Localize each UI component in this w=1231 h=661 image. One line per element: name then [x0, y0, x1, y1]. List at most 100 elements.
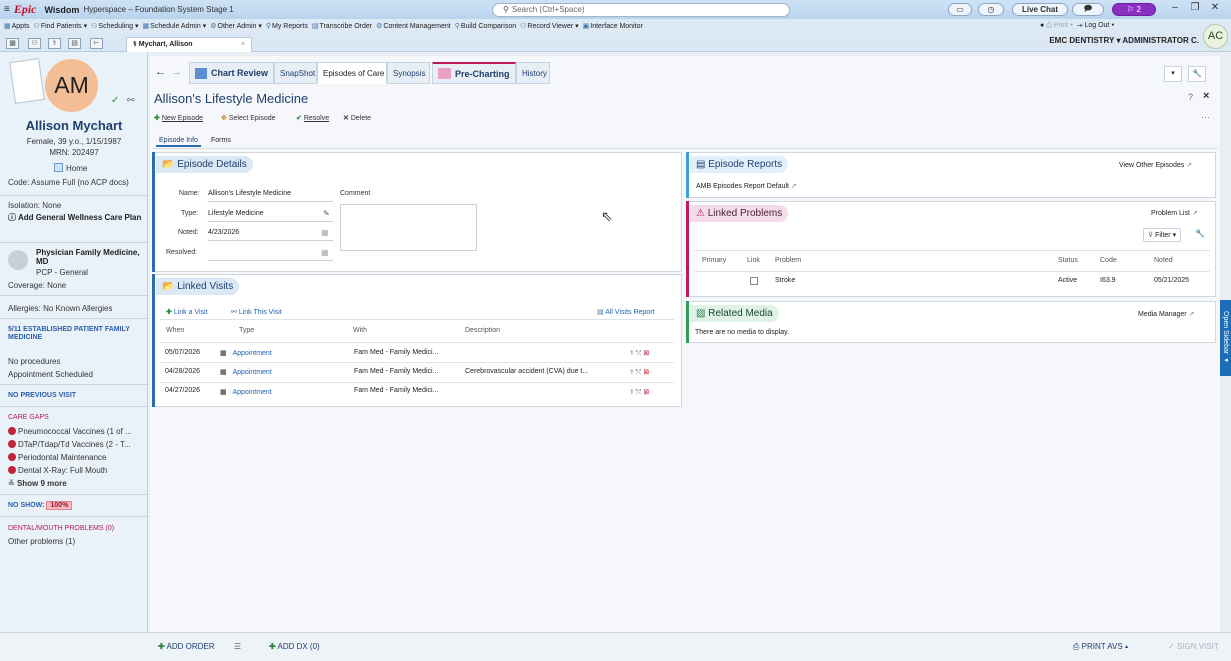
- col-status[interactable]: Status: [1058, 257, 1078, 264]
- care-gap-item[interactable]: Periodontal Maintenance: [8, 453, 107, 462]
- open-sidebar-tab[interactable]: Open Sidebar ◂: [1220, 300, 1231, 376]
- resolved-date-field[interactable]: [208, 249, 333, 261]
- tab-synopsis[interactable]: Synopsis: [387, 62, 430, 84]
- department-selector[interactable]: EMC DENTISTRY ▾ ADMINISTRATOR C.: [1049, 36, 1199, 45]
- table-row[interactable]: [694, 271, 1210, 291]
- col-code[interactable]: Code: [1100, 257, 1117, 264]
- toolbar-other-admin[interactable]: ⚙Other Admin ▾: [210, 22, 262, 30]
- patient-name[interactable]: Allison Mychart: [0, 118, 148, 133]
- global-search-input[interactable]: ⚲ Search (Ctrl+Space): [492, 3, 790, 17]
- wrench-icon[interactable]: 🔧: [1188, 66, 1206, 82]
- toolbar-appts[interactable]: ▦Appts: [4, 22, 30, 30]
- media-manager-link[interactable]: Media Manager ↗: [1138, 310, 1194, 318]
- tab-history[interactable]: History: [516, 62, 550, 84]
- close-tab-icon[interactable]: ×: [241, 38, 245, 52]
- problem-name[interactable]: Stroke: [775, 277, 795, 284]
- toolbar-build-comparison[interactable]: ⚲Build Comparison: [455, 22, 516, 30]
- patient-tab[interactable]: ⚕ Mychart, Allison ×: [126, 37, 252, 52]
- col-link[interactable]: Link: [747, 257, 760, 264]
- live-chat-button[interactable]: Live Chat: [1012, 3, 1068, 16]
- close-icon[interactable]: ×: [1203, 90, 1209, 102]
- problem-list-link[interactable]: Problem List ↗: [1151, 209, 1198, 217]
- appointment-link[interactable]: ▦ Appointment: [220, 388, 272, 396]
- tab-forms[interactable]: Forms: [208, 134, 234, 147]
- appointment-link[interactable]: ▦ Appointment: [220, 368, 272, 376]
- epic-logo[interactable]: Epic: [14, 2, 37, 17]
- minimize-icon[interactable]: –: [1166, 2, 1184, 13]
- add-order-button[interactable]: ✚ ADD ORDER: [158, 642, 215, 651]
- care-gap-item[interactable]: Pneumococcal Vaccines (1 of ...: [8, 427, 132, 436]
- add-wellness-plan-link[interactable]: ⓘ Add General Wellness Care Plan: [8, 212, 143, 223]
- chat-icon[interactable]: 🗩: [1072, 3, 1104, 16]
- delete-button[interactable]: ✕ Delete: [343, 114, 371, 122]
- col-description[interactable]: Description: [465, 327, 500, 334]
- edit-icon[interactable]: ✎: [323, 209, 330, 218]
- episodes-report-link[interactable]: AMB Episodes Report Default ↗: [696, 182, 797, 190]
- tab-chart-review[interactable]: Chart Review: [189, 62, 274, 84]
- more-options-icon[interactable]: ···: [1201, 112, 1210, 122]
- grid-icon[interactable]: ▦: [6, 38, 19, 49]
- new-episode-button[interactable]: ✚ New Episode: [154, 114, 203, 122]
- close-window-icon[interactable]: ✕: [1206, 2, 1224, 13]
- col-type[interactable]: Type: [239, 327, 254, 334]
- care-gaps-title[interactable]: CARE GAPS: [8, 414, 49, 421]
- log-out-button[interactable]: ⇥ Log Out ▾: [1077, 22, 1114, 29]
- col-with[interactable]: With: [353, 327, 367, 334]
- toolbar-scheduling[interactable]: ⚇Scheduling ▾: [91, 22, 138, 30]
- calendar-icon[interactable]: ▦: [321, 248, 329, 257]
- verified-icon[interactable]: ✓: [111, 95, 119, 106]
- col-problem[interactable]: Problem: [775, 257, 801, 264]
- wrench-icon[interactable]: 🔧: [1195, 229, 1205, 238]
- toolbar-transcribe-order[interactable]: ▤Transcribe Order: [312, 22, 372, 30]
- dental-problems[interactable]: DENTAL/MOUTH PROBLEMS (0): [8, 525, 114, 532]
- view-other-episodes-link[interactable]: View Other Episodes ↗: [1119, 161, 1192, 169]
- menu-icon[interactable]: ≡: [4, 4, 10, 15]
- row-actions[interactable]: ⚕ ⤲ ⊠: [630, 368, 649, 377]
- related-media-header[interactable]: ▨ Related Media: [690, 305, 779, 322]
- toolbar-content-management[interactable]: ⚙Content Management: [376, 22, 451, 30]
- type-field[interactable]: Lifestyle Medicine: [208, 210, 333, 222]
- user-avatar[interactable]: AC: [1203, 24, 1228, 49]
- link-this-visit-button[interactable]: ⚯ Link This Visit: [231, 308, 282, 316]
- help-icon[interactable]: ?: [1188, 92, 1193, 102]
- row-actions[interactable]: ⚕ ⤲ ⊠: [630, 349, 649, 358]
- pcp-name[interactable]: Physician Family Medicine, MD: [36, 248, 144, 266]
- bed-icon[interactable]: ⊢: [90, 38, 103, 49]
- tab-snapshot[interactable]: SnapShot: [274, 62, 317, 84]
- filter-button[interactable]: ⊽ Filter ▾: [1143, 228, 1182, 242]
- toolbar-my-reports[interactable]: ⚲My Reports: [266, 22, 308, 30]
- no-show-label[interactable]: NO SHOW: 100%: [8, 501, 73, 510]
- select-episode-button[interactable]: ✥ Select Episode: [221, 114, 276, 122]
- episode-reports-header[interactable]: ▤ Episode Reports: [690, 156, 789, 173]
- patient-photo-placeholder[interactable]: [9, 58, 45, 104]
- care-gap-item[interactable]: Dental X-Ray: Full Mouth: [8, 466, 107, 475]
- coverage[interactable]: Coverage: None: [8, 281, 66, 290]
- add-dx-button[interactable]: ✚ ADD DX (0): [269, 642, 320, 651]
- code-status[interactable]: Code: Assume Full (no ACP docs): [8, 178, 129, 187]
- toolbar-find-patients[interactable]: ⚇Find Patients ▾: [34, 22, 88, 30]
- show-more-link[interactable]: ≚ Show 9 more: [8, 479, 67, 488]
- link-a-visit-button[interactable]: ✚ Link a Visit: [166, 308, 208, 316]
- patient-avatar[interactable]: AM: [45, 59, 98, 112]
- tab-episode-info[interactable]: Episode Info: [156, 134, 201, 147]
- print-avs-button[interactable]: ⎙ PRINT AVS ▴: [1073, 642, 1128, 652]
- print-icon[interactable]: ⎙ Print ▾: [1046, 22, 1073, 29]
- people-icon[interactable]: ⚇: [28, 38, 41, 49]
- row-actions[interactable]: ⚕ ⤲ ⊠: [630, 388, 649, 397]
- previous-visit[interactable]: NO PREVIOUS VISIT: [8, 392, 76, 399]
- calendar-icon[interactable]: ▦: [321, 228, 329, 237]
- clock-icon[interactable]: ◷: [978, 3, 1004, 16]
- name-field[interactable]: Allison's Lifestyle Medicine: [208, 190, 333, 202]
- sign-visit-button[interactable]: ✓ SIGN VISIT: [1168, 642, 1219, 651]
- order-list-icon[interactable]: ☰: [234, 642, 241, 651]
- notification-badge[interactable]: ⚐ 2: [1112, 3, 1156, 16]
- noted-date-field[interactable]: 4/23/2026: [208, 229, 333, 241]
- other-problems[interactable]: Other problems (1): [8, 537, 75, 546]
- tab-episodes-of-care[interactable]: Episodes of Care: [317, 62, 387, 84]
- document-icon[interactable]: ▤: [68, 38, 81, 49]
- toolbar-schedule-admin[interactable]: ▦Schedule Admin ▾: [143, 22, 207, 30]
- screen-icon[interactable]: ▭: [948, 3, 972, 16]
- linked-visits-header[interactable]: 📂 Linked Visits: [156, 278, 240, 295]
- col-when[interactable]: When: [166, 327, 184, 334]
- toolbar-interface-monitor[interactable]: ▣Interface Monitor: [583, 22, 643, 30]
